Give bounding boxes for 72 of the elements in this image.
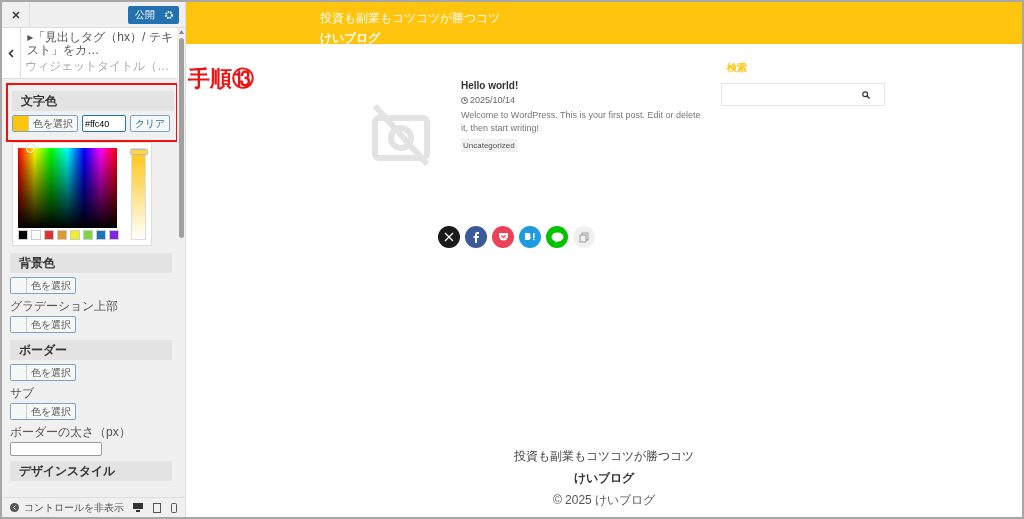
- select-color-button[interactable]: 色を選択: [10, 316, 76, 333]
- section-heading: 背景色: [10, 253, 172, 273]
- pocket-share-button[interactable]: [492, 226, 514, 248]
- copy-share-button[interactable]: [573, 226, 595, 248]
- footer-tagline: 投資も副業もコツコツが勝つコツ: [514, 448, 694, 465]
- mobile-icon: [171, 502, 177, 513]
- section-heading: デザインスタイル: [10, 461, 172, 481]
- color-swatch: [11, 404, 27, 419]
- field-label: サブ: [10, 385, 35, 402]
- color-swatch: [11, 278, 27, 293]
- select-color-button[interactable]: 色を選択: [10, 277, 76, 294]
- search-icon[interactable]: [862, 90, 870, 99]
- copyright: © 2025 けいブログ: [552, 492, 656, 509]
- post-date: 2025/10/14: [461, 95, 701, 105]
- number-field[interactable]: [10, 442, 102, 456]
- publish-button[interactable]: 公開: [128, 5, 179, 24]
- palette-swatch[interactable]: [31, 230, 41, 240]
- no-image-icon: [369, 102, 433, 166]
- desktop-icon: [133, 503, 143, 512]
- pocket-logo-icon: [497, 232, 509, 242]
- step-annotation: 手順⑬: [188, 65, 254, 93]
- palette-swatch[interactable]: [18, 230, 28, 240]
- mobile-button[interactable]: [169, 502, 179, 513]
- post-title[interactable]: Hello world!: [461, 80, 701, 91]
- select-color-button[interactable]: 色を選択: [10, 364, 76, 381]
- hatena-share-button[interactable]: [519, 226, 541, 248]
- select-color-button[interactable]: 色を選択: [10, 403, 76, 420]
- facebook-share-button[interactable]: [465, 226, 487, 248]
- color-swatch: [11, 317, 27, 332]
- desktop-button[interactable]: [131, 503, 145, 512]
- footer-title[interactable]: けいブログ: [574, 470, 634, 487]
- tablet-icon: [153, 502, 161, 513]
- color-gradient[interactable]: [18, 148, 117, 228]
- palette-swatch[interactable]: [70, 230, 80, 240]
- post-excerpt: Welcome to WordPress. This is your first post. Edit or delete it, then start writing!: [461, 109, 701, 135]
- tablet-button[interactable]: [151, 502, 163, 513]
- scroll-up-icon[interactable]: [178, 30, 184, 34]
- palette-swatch[interactable]: [83, 230, 93, 240]
- color-swatch: [11, 365, 27, 380]
- palette-swatch[interactable]: [44, 230, 54, 240]
- clear-button[interactable]: クリア: [130, 115, 170, 132]
- palette-swatch[interactable]: [109, 230, 119, 240]
- x-logo-icon: [444, 232, 454, 242]
- line-share-button[interactable]: [546, 226, 568, 248]
- copy-icon: [579, 231, 589, 243]
- site-tagline: 投資も副業もコツコツが勝つコツ: [320, 10, 501, 27]
- category-tag[interactable]: Uncategorized: [461, 139, 517, 152]
- section-heading: 文字色: [12, 91, 174, 111]
- collapse-icon: [10, 503, 19, 512]
- field-label: グラデーション上部: [10, 298, 119, 315]
- x-share-button[interactable]: [438, 226, 460, 248]
- facebook-logo-icon: [473, 231, 479, 243]
- palette-swatch[interactable]: [96, 230, 106, 240]
- hatena-logo-icon: [524, 232, 536, 242]
- settings-icon: [165, 10, 173, 19]
- slider-thumb[interactable]: [130, 149, 148, 155]
- panel-title: ウィジェットタイトル（…: [25, 58, 171, 75]
- widget-title: 検索: [726, 61, 748, 75]
- clock-icon: [461, 96, 468, 104]
- hex-field[interactable]: #ffc40: [82, 115, 126, 132]
- search-field[interactable]: [721, 83, 885, 106]
- chevron-left-icon: [8, 48, 15, 58]
- close-icon: [11, 10, 20, 19]
- select-color-button[interactable]: 色を選択: [12, 115, 78, 132]
- hide-controls-button[interactable]: コントロールを非表示: [10, 500, 124, 515]
- breadcrumb: ▸「見出しタグ（hx）/ テキスト」をカ…: [27, 31, 174, 57]
- scrollbar-thumb[interactable]: [178, 38, 184, 238]
- section-heading: ボーダー: [10, 340, 172, 360]
- field-label: ボーダーの太さ（px）: [10, 424, 132, 441]
- lightness-slider[interactable]: [131, 148, 146, 240]
- line-logo-icon: [550, 231, 564, 243]
- palette-swatch[interactable]: [57, 230, 67, 240]
